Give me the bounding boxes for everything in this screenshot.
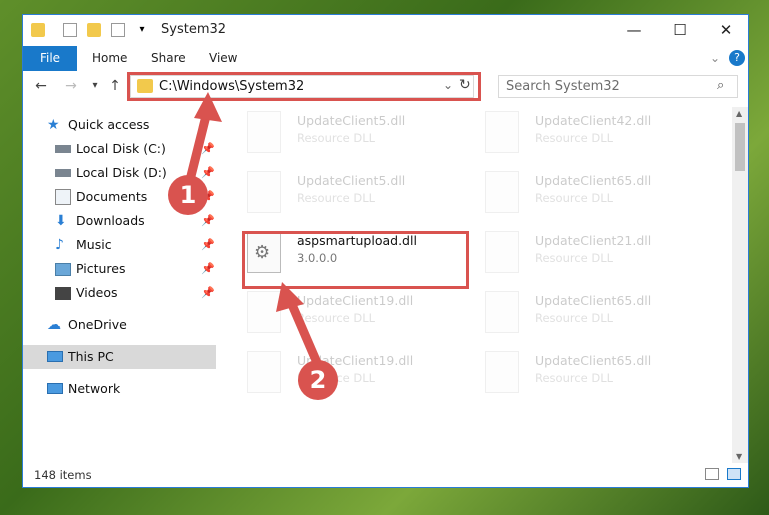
dll-file-icon (247, 351, 281, 393)
file-highlight-box (242, 231, 469, 289)
tab-share[interactable]: Share (151, 46, 186, 71)
maximize-button[interactable]: ☐ (657, 15, 703, 45)
window-title: System32 (161, 22, 227, 37)
chevron-down-icon[interactable]: ▾ (135, 23, 149, 37)
videos-icon (55, 287, 71, 300)
pin-icon[interactable]: 📌 (201, 142, 215, 155)
title-bar: ▾ System32 — ☐ ✕ (23, 15, 748, 46)
recent-locations-icon[interactable]: ▾ (85, 76, 105, 96)
address-highlight-box (127, 72, 481, 101)
item-count: 148 items (34, 468, 92, 482)
search-placeholder: Search System32 (506, 79, 620, 94)
sidebar-item-local-disk-c[interactable]: Local Disk (C:) 📌 (23, 137, 216, 161)
search-icon: ⌕ (717, 78, 725, 93)
file-item[interactable]: UpdateClient19.dll Resource DLL (243, 287, 473, 343)
customize-toolbar-icon[interactable] (111, 23, 125, 37)
tab-view[interactable]: View (209, 46, 237, 71)
pin-icon[interactable]: 📌 (201, 262, 215, 275)
new-folder-icon[interactable] (87, 23, 101, 37)
scroll-down-icon[interactable]: ▼ (736, 452, 742, 461)
back-arrow-icon[interactable]: ← (31, 76, 51, 96)
file-item[interactable]: UpdateClient5.dll Resource DLL (243, 107, 473, 163)
star-icon: ★ (47, 117, 60, 133)
pictures-icon (55, 263, 71, 276)
music-icon: ♪ (55, 237, 64, 253)
pin-icon[interactable]: 📌 (201, 286, 215, 299)
cloud-icon: ☁ (47, 317, 61, 333)
file-item[interactable]: UpdateClient65.dll Resource DLL (481, 167, 711, 223)
up-arrow-icon[interactable]: ↑ (105, 76, 125, 96)
dll-file-icon (247, 171, 281, 213)
step-marker-1: 1 (168, 175, 208, 215)
folder-icon[interactable] (31, 23, 45, 37)
status-bar: 148 items (23, 463, 748, 488)
search-input[interactable]: Search System32 ⌕ (498, 75, 738, 98)
file-item[interactable]: UpdateClient5.dll Resource DLL (243, 167, 473, 223)
dll-file-icon (485, 171, 519, 213)
help-icon[interactable]: ? (729, 50, 745, 66)
network-icon (47, 383, 63, 394)
pin-icon[interactable]: 📌 (201, 238, 215, 251)
file-item[interactable]: UpdateClient19.dll Resource DLL (243, 347, 473, 403)
dll-file-icon (485, 291, 519, 333)
sidebar-item-quick-access[interactable]: ★ Quick access (23, 113, 216, 137)
scroll-up-icon[interactable]: ▲ (736, 109, 742, 118)
scrollbar-thumb[interactable] (735, 123, 745, 171)
tab-home[interactable]: Home (92, 46, 127, 71)
dll-file-icon (485, 111, 519, 153)
sidebar-item-this-pc[interactable]: This PC (23, 345, 216, 369)
file-item[interactable]: UpdateClient42.dll Resource DLL (481, 107, 711, 163)
dll-file-icon (247, 291, 281, 333)
dll-file-icon (485, 231, 519, 273)
vertical-scrollbar[interactable]: ▲ ▼ (732, 107, 748, 463)
sidebar-item-network[interactable]: Network (23, 377, 216, 401)
large-icons-view-icon[interactable] (727, 468, 741, 480)
step-marker-2: 2 (298, 360, 338, 400)
navigation-pane: ★ Quick access Local Disk (C:) 📌 Local D… (23, 107, 216, 462)
details-view-icon[interactable] (705, 468, 719, 480)
sidebar-item-onedrive[interactable]: ☁ OneDrive (23, 313, 216, 337)
sidebar-item-music[interactable]: ♪ Music 📌 (23, 233, 216, 257)
explorer-window: ▾ System32 — ☐ ✕ File Home Share View ⌄ … (22, 14, 749, 488)
properties-icon[interactable] (63, 23, 77, 37)
ribbon-tabs: File Home Share View ⌄ ? (23, 46, 748, 71)
file-item[interactable]: UpdateClient65.dll Resource DLL (481, 347, 711, 403)
dll-file-icon (485, 351, 519, 393)
pin-icon[interactable]: 📌 (201, 166, 215, 179)
dll-file-icon (247, 111, 281, 153)
download-icon: ⬇ (55, 213, 67, 229)
minimize-button[interactable]: — (611, 15, 657, 45)
expand-ribbon-icon[interactable]: ⌄ (710, 46, 720, 71)
tab-file[interactable]: File (23, 46, 77, 71)
pin-icon[interactable]: 📌 (201, 214, 215, 227)
sidebar-item-pictures[interactable]: Pictures 📌 (23, 257, 216, 281)
drive-icon (55, 169, 71, 177)
file-item[interactable]: UpdateClient21.dll Resource DLL (481, 227, 711, 283)
drive-icon (55, 145, 71, 153)
forward-arrow-icon[interactable]: → (61, 76, 81, 96)
close-button[interactable]: ✕ (703, 15, 749, 45)
documents-icon (55, 189, 71, 205)
address-row: ← → ▾ ↑ C:\Windows\System32 ⌄ ↻ Search S… (23, 71, 748, 101)
computer-icon (47, 351, 63, 362)
file-item[interactable]: UpdateClient65.dll Resource DLL (481, 287, 711, 343)
sidebar-item-videos[interactable]: Videos 📌 (23, 281, 216, 305)
